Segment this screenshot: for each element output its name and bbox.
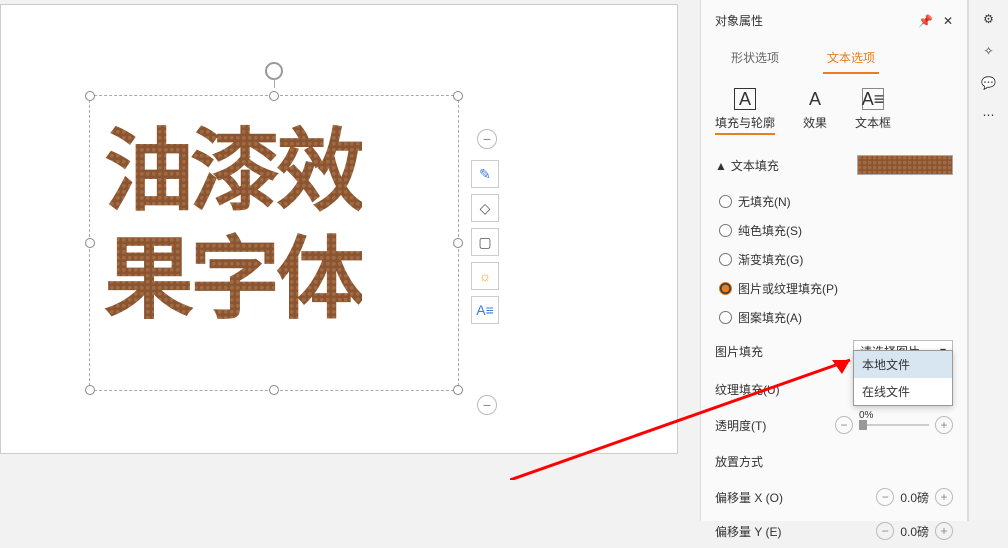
close-icon[interactable]: ✕ [943,14,953,28]
decrease-button[interactable]: − [876,488,894,506]
resize-handle[interactable] [269,385,279,395]
opacity-slider[interactable]: 0% [859,424,929,426]
properties-panel: 对象属性 📌 ✕ 形状选项 文本选项 A填充与轮廓 A效果 A≡文本框 ▲文本填… [700,0,968,521]
resize-handle[interactable] [85,91,95,101]
pen-icon[interactable]: ✎ [471,160,499,188]
idea-icon[interactable]: ☼ [471,262,499,290]
resize-handle[interactable] [85,385,95,395]
collapse-button[interactable]: − [477,395,497,415]
outline-icon[interactable]: ▢ [471,228,499,256]
decrease-button[interactable]: − [876,522,894,540]
subtab-textbox[interactable]: A≡文本框 [855,88,891,135]
panel-title: 对象属性 [715,12,763,29]
radio-gradient-fill[interactable]: 渐变填充(G) [719,245,949,274]
section-text-fill[interactable]: ▲文本填充 [715,151,953,179]
label-opacity: 透明度(T) [715,417,766,434]
increase-button[interactable]: + [935,522,953,540]
radio-pattern-fill[interactable]: 图案填充(A) [719,303,949,332]
sparkle-icon[interactable]: ✧ [983,44,993,58]
subtab-fill-outline[interactable]: A填充与轮廓 [715,88,775,135]
decrease-button[interactable]: − [835,416,853,434]
offset-y-value: 0.0磅 [900,523,929,540]
settings-icon[interactable]: ⚙ [983,12,994,26]
increase-button[interactable]: + [935,416,953,434]
label-picture-fill: 图片填充 [715,343,763,360]
pin-icon[interactable]: 📌 [918,14,933,28]
text-format-icon[interactable]: A≡ [471,296,499,324]
label-offset-x: 偏移量 X (O) [715,489,783,506]
resize-handle[interactable] [269,91,279,101]
resize-handle[interactable] [453,238,463,248]
increase-button[interactable]: + [935,488,953,506]
collapse-button[interactable]: − [477,129,497,149]
picture-source-dropdown: 本地文件 在线文件 [853,350,953,406]
floating-toolbar: ✎ ◇ ▢ ☼ A≡ [471,160,499,330]
subtab-effects[interactable]: A效果 [803,88,827,135]
radio-picture-fill[interactable]: 图片或纹理填充(P) [719,274,949,303]
label-placement: 放置方式 [715,453,763,470]
right-sidebar: ⚙ ✧ 💬 ⋯ [968,0,1008,521]
label-texture-fill: 纹理填充(U) [715,381,780,398]
more-icon[interactable]: ⋯ [983,108,995,122]
rotate-handle[interactable] [265,62,283,80]
dropdown-item-online[interactable]: 在线文件 [854,378,952,405]
chat-icon[interactable]: 💬 [981,76,996,90]
text-selection-box[interactable]: 油漆效 果字体 [89,95,459,391]
fill-icon[interactable]: ◇ [471,194,499,222]
offset-x-value: 0.0磅 [900,489,929,506]
resize-handle[interactable] [85,238,95,248]
label-offset-y: 偏移量 Y (E) [715,523,781,540]
fill-preview-swatch[interactable] [857,155,953,175]
canvas-area[interactable]: 油漆效 果字体 − − ✎ ◇ ▢ ☼ A≡ [0,4,678,454]
dropdown-item-local[interactable]: 本地文件 [854,351,952,378]
canvas-text[interactable]: 油漆效 果字体 [104,118,362,334]
resize-handle[interactable] [453,385,463,395]
tab-shape-options[interactable]: 形状选项 [727,43,783,74]
tab-text-options[interactable]: 文本选项 [823,43,879,74]
radio-no-fill[interactable]: 无填充(N) [719,187,949,216]
radio-solid-fill[interactable]: 纯色填充(S) [719,216,949,245]
resize-handle[interactable] [453,91,463,101]
